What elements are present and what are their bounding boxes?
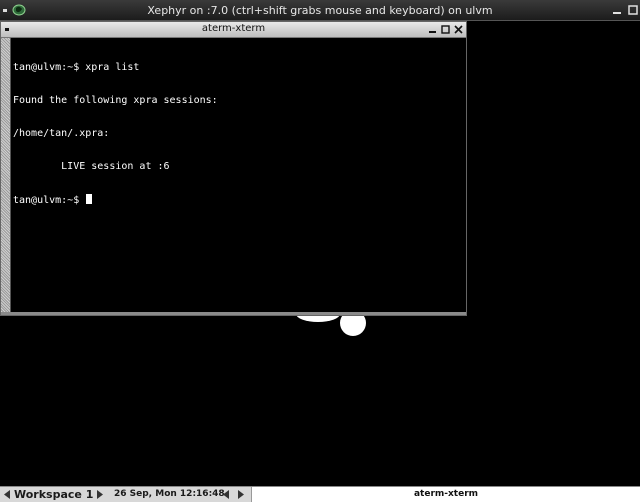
- terminal-line: tan@ulvm:~$ xpra list: [13, 62, 140, 73]
- maximize-icon[interactable]: [440, 24, 451, 35]
- maximize-icon[interactable]: [626, 3, 640, 17]
- workspace-label[interactable]: Workspace 1: [14, 487, 93, 502]
- workspace-next-icon[interactable]: [96, 490, 104, 499]
- task-prev-icon[interactable]: [222, 490, 230, 499]
- taskbar-task-aterm[interactable]: aterm-xterm: [251, 487, 640, 502]
- text-cursor: [86, 194, 93, 204]
- terminal-prompt: tan@ulvm:~$: [13, 195, 86, 206]
- close-icon[interactable]: [453, 24, 464, 35]
- workspace-prev-icon[interactable]: [3, 490, 11, 499]
- terminal-output[interactable]: tan@ulvm:~$ xpra list Found the followin…: [13, 40, 463, 312]
- terminal-prompt-line[interactable]: tan@ulvm:~$: [13, 194, 463, 206]
- xephyr-window-title: Xephyr on :7.0 (ctrl+shift grabs mouse a…: [147, 4, 493, 17]
- xephyr-titlebar[interactable]: Xephyr on :7.0 (ctrl+shift grabs mouse a…: [0, 0, 640, 21]
- desktop-screen: Xephyr on :7.0 (ctrl+shift grabs mouse a…: [0, 0, 640, 502]
- taskbar: Workspace 1 26 Sep, Mon 12:16:48 aterm-x…: [0, 486, 640, 502]
- terminal-line: Found the following xpra sessions:: [13, 95, 218, 106]
- aterm-window[interactable]: aterm-xterm tan@ulvm:~$ xpra list Found …: [0, 21, 467, 316]
- minimize-icon[interactable]: [610, 3, 624, 17]
- terminal-line: /home/tan/.xpra:: [13, 128, 110, 139]
- task-next-icon[interactable]: [237, 490, 245, 499]
- window-resize-border[interactable]: [1, 312, 466, 315]
- terminal-scrollbar[interactable]: [1, 38, 11, 313]
- terminal-line: LIVE session at :6: [13, 161, 170, 172]
- aterm-titlebar[interactable]: aterm-xterm: [1, 22, 466, 38]
- clock: 26 Sep, Mon 12:16:48: [114, 489, 225, 499]
- taskbar-task-label: aterm-xterm: [413, 489, 479, 499]
- aterm-window-title: aterm-xterm: [201, 23, 266, 34]
- minimize-icon[interactable]: [427, 24, 438, 35]
